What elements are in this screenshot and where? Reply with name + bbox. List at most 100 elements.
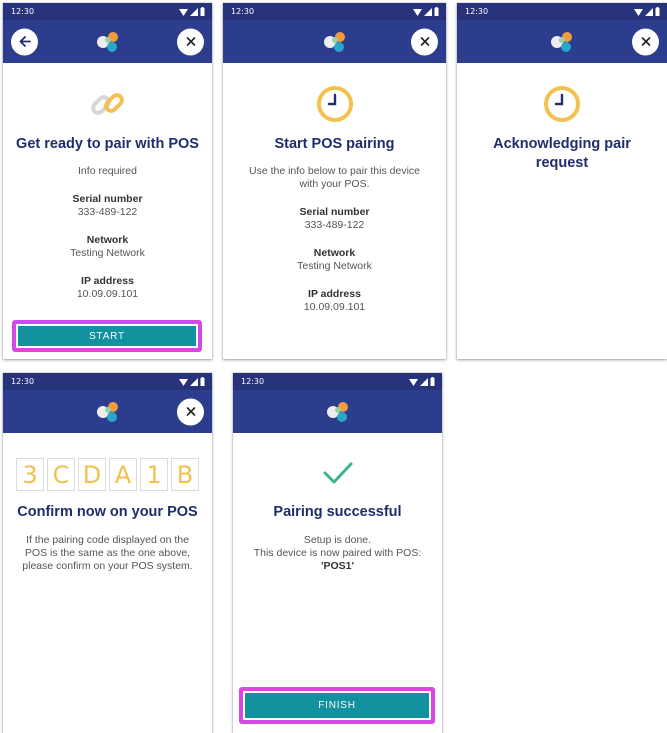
wifi-icon [179, 378, 188, 386]
close-button[interactable] [411, 28, 438, 55]
close-icon [186, 407, 195, 416]
screen-content: Get ready to pair with POS Info required… [3, 84, 212, 301]
confirm-instructions: If the pairing code displayed on the POS… [22, 534, 193, 572]
icon-container [223, 84, 446, 124]
icon-container [3, 84, 212, 124]
battery-icon [200, 7, 205, 16]
app-bar [3, 390, 212, 433]
ip-address-value: 10.09.09.101 [303, 301, 366, 313]
pairing-instructions: Use the info below to pair this device w… [248, 165, 420, 190]
page-title: Get ready to pair with POS [16, 136, 199, 152]
app-logo [551, 31, 572, 52]
phone-screen-acknowledging: 12:30 Acknowledging pair request [457, 3, 667, 359]
phone-screen-success: 12:30 Pairing successful Setup is done. … [233, 373, 442, 733]
signal-icon [190, 7, 198, 16]
link-icon [90, 93, 124, 115]
status-bar: 12:30 [457, 3, 667, 20]
app-logo [323, 31, 345, 52]
page-title: Confirm now on your POS [17, 504, 198, 520]
icon-container [457, 84, 667, 124]
pairing-code: 3 C D A 1 B [3, 458, 212, 491]
start-button-frame: START [12, 320, 202, 352]
battery-icon [200, 377, 205, 386]
app-bar [233, 390, 442, 433]
status-bar: 12:30 [3, 3, 212, 20]
close-icon [420, 37, 429, 46]
status-time: 12:30 [231, 7, 255, 16]
setup-done-text: Setup is done. [303, 534, 372, 546]
ip-address-value: 10.09.09.101 [76, 288, 139, 300]
wifi-icon [634, 8, 643, 16]
battery-icon [434, 7, 439, 16]
serial-number-value: 333-489-122 [304, 219, 365, 231]
close-icon [641, 37, 650, 46]
status-time: 12:30 [11, 7, 35, 16]
screen-content: Acknowledging pair request [457, 84, 667, 173]
arrow-left-icon [19, 36, 31, 47]
pairing-code-char: B [171, 458, 199, 491]
battery-icon [655, 7, 660, 16]
app-logo [326, 401, 348, 422]
ip-address-label: IP address [308, 288, 361, 300]
page-title: Pairing successful [273, 504, 402, 520]
battery-icon [430, 377, 435, 386]
clock-icon [544, 86, 580, 122]
wifi-icon [413, 8, 422, 16]
screen-content: Pairing successful Setup is done. This d… [233, 460, 442, 573]
paired-with-text: This device is now paired with POS: [253, 547, 422, 559]
network-value: Testing Network [297, 260, 372, 272]
network-label: Network [313, 247, 356, 259]
status-icons [409, 377, 435, 386]
wifi-icon [179, 8, 188, 16]
check-icon [323, 462, 352, 484]
status-time: 12:30 [241, 377, 265, 386]
status-bar: 12:30 [3, 373, 212, 390]
status-bar: 12:30 [233, 373, 442, 390]
status-icons [179, 7, 205, 16]
app-bar [3, 20, 212, 63]
close-button[interactable] [177, 28, 204, 55]
serial-number-label: Serial number [299, 206, 370, 218]
phone-screen-ready: 12:30 Get ready to pair with POS Info re… [3, 3, 212, 359]
status-icons [413, 7, 439, 16]
pairing-code-char: C [47, 458, 75, 491]
serial-number-label: Serial number [72, 193, 143, 205]
close-button[interactable] [177, 398, 204, 425]
ip-address-label: IP address [81, 275, 134, 287]
start-button[interactable]: START [18, 326, 196, 346]
pos-name: 'POS1' [320, 560, 354, 572]
status-icons [634, 7, 660, 16]
screen-content: 3 C D A 1 B Confirm now on your POS If t… [3, 458, 212, 573]
pairing-code-char: D [78, 458, 106, 491]
pairing-code-char: 1 [140, 458, 168, 491]
signal-icon [420, 377, 428, 386]
status-time: 12:30 [465, 7, 489, 16]
clock-icon [316, 86, 353, 122]
pairing-code-char: 3 [16, 458, 44, 491]
back-button[interactable] [11, 28, 38, 55]
status-icons [179, 377, 205, 386]
status-time: 12:30 [11, 377, 35, 386]
app-bar [223, 20, 446, 63]
info-required-text: Info required [78, 165, 137, 177]
wifi-icon [409, 378, 418, 386]
signal-icon [190, 377, 198, 386]
finish-button-frame: FINISH [239, 687, 435, 724]
signal-icon [424, 7, 432, 16]
close-button[interactable] [632, 28, 659, 55]
phone-screen-confirm: 12:30 3 C D A 1 B Confirm now on your PO… [3, 373, 212, 733]
network-value: Testing Network [70, 247, 145, 259]
app-logo [96, 31, 118, 52]
signal-icon [645, 7, 653, 16]
phone-screen-start-pairing: 12:30 Start POS pairing Use the info bel… [223, 3, 446, 359]
serial-number-value: 333-489-122 [77, 206, 138, 218]
status-bar: 12:30 [223, 3, 446, 20]
icon-container [233, 460, 442, 486]
page-title: Start POS pairing [274, 136, 395, 152]
finish-button[interactable]: FINISH [245, 693, 429, 718]
app-logo [96, 401, 118, 422]
close-icon [186, 37, 195, 46]
app-bar [457, 20, 667, 63]
page-title: Acknowledging pair request [493, 136, 631, 171]
pairing-code-char: A [109, 458, 137, 491]
